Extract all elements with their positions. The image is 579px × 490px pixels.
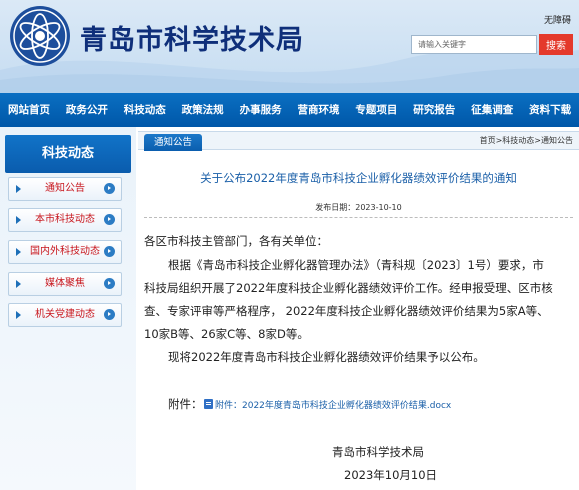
breadcrumb[interactable]: 首页>科技动态>通知公告 [480,135,573,146]
content-topbar: 通知公告 首页>科技动态>通知公告 [138,131,579,151]
article-title: 关于公布2022年度青岛市科技企业孵化器绩效评价结果的通知 [200,171,517,185]
arrow-icon [104,246,115,257]
nav-policies[interactable]: 政策法规 [174,93,232,127]
sidebar-item-local-news[interactable]: 本市科技动态 [8,208,122,232]
signature-org: 青岛市科学技术局 [332,445,424,459]
nav-surveys[interactable]: 征集调查 [463,93,521,127]
nav-tech-news[interactable]: 科技动态 [116,93,174,127]
accessibility-link[interactable]: 无障碍 [544,13,571,26]
attachment-doc-icon [204,399,213,409]
publish-date: 发布日期：2023-10-10 [315,203,402,212]
emblem-logo [10,6,70,66]
attachment-link[interactable]: 附件：2022年度青岛市科技企业孵化器绩效评价结果.docx [215,398,451,411]
nav-home[interactable]: 网站首页 [0,93,58,127]
sidebar-item-media-focus[interactable]: 媒体聚焦 [8,272,122,296]
attachment-label: 附件： [168,397,203,411]
arrow-icon [104,183,115,194]
divider [144,217,573,218]
sidebar-heading: 科技动态 [5,135,131,173]
body-paragraph-line: 科技局组织开展了2022年度科技企业孵化器绩效评价工作。经申报受理、区市核 [144,281,553,295]
section-tab: 通知公告 [144,134,203,151]
sidebar: 科技动态 通知公告 本市科技动态 国内外科技动态 媒体聚焦 机关党建动态 [0,127,136,490]
sidebar-item-global-news[interactable]: 国内外科技动态 [8,240,122,264]
nav-government-affairs[interactable]: 政务公开 [58,93,116,127]
arrow-icon [104,214,115,225]
body-salutation: 各区市科技主管部门，各有关单位： [144,234,328,248]
search-input[interactable] [411,35,537,54]
body-paragraph-line: 根据《青岛市科技企业孵化器管理办法》（青科规〔2023〕1号）要求，市 [168,258,544,272]
arrow-icon [104,278,115,289]
site-header: 青岛市科学技术局 无障碍 搜索 [0,0,579,93]
nav-reports[interactable]: 研究报告 [405,93,463,127]
arrow-icon [104,309,115,320]
body-paragraph-line: 10家B等、26家C等、8家D等。 [144,327,309,341]
signature-date: 2023年10月10日 [344,468,438,482]
nav-business-environment[interactable]: 营商环境 [290,93,348,127]
body-paragraph-line: 查、专家评审等严格程序， 2022年度科技企业孵化器绩效评价结果为5家A等、 [144,304,549,318]
nav-downloads[interactable]: 资料下载 [521,93,579,127]
nav-services[interactable]: 办事服务 [232,93,290,127]
sidebar-item-party-news[interactable]: 机关党建动态 [8,303,122,327]
main-content: 通知公告 首页>科技动态>通知公告 关于公布2022年度青岛市科技企业孵化器绩效… [138,127,579,490]
main-nav: 网站首页 政务公开 科技动态 政策法规 办事服务 营商环境 专题项目 研究报告 … [0,93,579,127]
sidebar-item-notices[interactable]: 通知公告 [8,177,122,201]
nav-projects[interactable]: 专题项目 [347,93,405,127]
site-title: 青岛市科学技术局 [80,25,304,56]
search-button[interactable]: 搜索 [539,34,573,55]
body-paragraph-line: 现将2022年度青岛市科技企业孵化器绩效评价结果予以公布。 [168,350,485,364]
